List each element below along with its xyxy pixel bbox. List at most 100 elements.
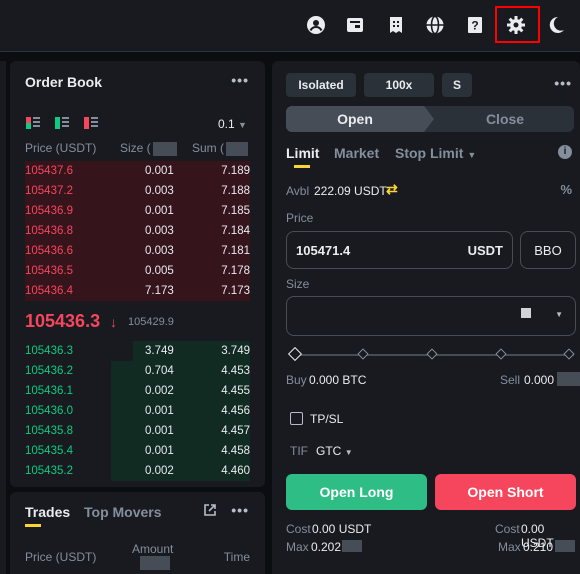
- table-row[interactable]: 105436.9 0.001 7.185: [10, 201, 265, 221]
- calculator-icon[interactable]: %: [560, 182, 572, 197]
- masked-unit: [557, 372, 580, 386]
- chevron-down-icon: ▼: [467, 150, 477, 160]
- col-size-label: Size (: [120, 141, 151, 155]
- mark-price: 105429.9: [128, 316, 174, 328]
- orders-icon[interactable]: [383, 12, 409, 38]
- trades-menu-icon[interactable]: •••: [231, 502, 249, 518]
- leverage-button[interactable]: 100x: [364, 73, 434, 97]
- table-row[interactable]: 105437.2 0.003 7.188: [10, 181, 265, 201]
- trades-col-time: Time: [223, 550, 250, 564]
- row-size: 0.003: [145, 245, 174, 257]
- row-size: 0.002: [145, 465, 174, 477]
- download-icon[interactable]: ?: [462, 12, 488, 38]
- price-input[interactable]: 105471.4 USDT: [286, 231, 513, 269]
- size-input[interactable]: ▼: [286, 296, 576, 336]
- trade-menu-icon[interactable]: •••: [554, 75, 572, 91]
- table-row[interactable]: 105436.3 3.749 3.749: [10, 341, 265, 361]
- row-sum: 4.458: [221, 445, 250, 457]
- tab-top-movers[interactable]: Top Movers: [84, 504, 162, 520]
- chevron-down-icon: ▼: [344, 448, 353, 457]
- tab-stop-limit-label: Stop Limit: [395, 145, 464, 161]
- row-price: 105436.1: [25, 385, 73, 397]
- wallet-icon[interactable]: [342, 12, 368, 38]
- slider-handle[interactable]: [287, 346, 303, 362]
- info-icon[interactable]: i: [558, 145, 572, 159]
- table-row[interactable]: 105435.8 0.001 4.457: [10, 421, 265, 441]
- masked-unit: [521, 308, 531, 318]
- view-bids-icon[interactable]: [55, 117, 69, 131]
- col-price-header: Price (USDT): [25, 141, 97, 155]
- row-price: 105436.6: [25, 245, 73, 257]
- down-arrow-icon: ↓: [110, 314, 117, 330]
- table-row[interactable]: 105436.4 7.173 7.173: [10, 281, 265, 301]
- sell-value: 0.000: [524, 373, 555, 387]
- tab-limit[interactable]: Limit: [286, 145, 319, 161]
- order-book-menu-icon[interactable]: •••: [231, 72, 249, 88]
- sell-label: Sell: [500, 373, 521, 387]
- row-sum: 4.460: [221, 465, 250, 477]
- popout-icon[interactable]: [203, 503, 217, 517]
- table-row[interactable]: 105436.2 0.704 4.453: [10, 361, 265, 381]
- row-sum: 4.453: [221, 365, 250, 377]
- tpsl-label: TP/SL: [310, 412, 344, 426]
- table-row[interactable]: 105435.2 0.002 4.460: [10, 461, 265, 481]
- tab-stop-limit[interactable]: Stop Limit ▼: [395, 145, 476, 161]
- row-size: 0.001: [145, 425, 174, 437]
- trades-panel: Trades Top Movers ••• Price (USDT) Amoun…: [10, 492, 265, 574]
- precision-select[interactable]: 0.1 ▼: [218, 117, 247, 131]
- row-price: 105437.6: [25, 165, 73, 177]
- table-row[interactable]: 105435.4 0.001 4.458: [10, 441, 265, 461]
- tab-market[interactable]: Market: [334, 145, 379, 161]
- language-icon[interactable]: [422, 12, 448, 38]
- account-icon[interactable]: [303, 12, 329, 38]
- table-row[interactable]: 105436.5 0.005 7.178: [10, 261, 265, 281]
- open-tab[interactable]: Open: [286, 106, 434, 132]
- table-row[interactable]: 105436.1 0.002 4.455: [10, 381, 265, 401]
- row-price: 105436.0: [25, 405, 73, 417]
- view-both-icon[interactable]: [26, 117, 40, 131]
- masked-unit: [140, 556, 170, 570]
- table-row[interactable]: 105436.8 0.003 7.184: [10, 221, 265, 241]
- table-row[interactable]: 105436.0 0.001 4.456: [10, 401, 265, 421]
- tab-trades-indicator: [25, 524, 41, 527]
- cost-label-short: Cost: [495, 522, 520, 536]
- row-size: 0.003: [145, 185, 174, 197]
- masked-unit: [152, 141, 177, 156]
- tif-select[interactable]: GTC ▼: [316, 444, 353, 458]
- masked-unit: [555, 540, 575, 552]
- transfer-icon[interactable]: ⇄: [386, 181, 398, 198]
- slider-step[interactable]: [357, 348, 369, 360]
- view-asks-icon[interactable]: [84, 117, 98, 131]
- table-row[interactable]: 105437.6 0.001 7.189: [10, 161, 265, 181]
- open-short-button[interactable]: Open Short: [435, 474, 576, 510]
- row-price: 105435.4: [25, 445, 73, 457]
- slider-step[interactable]: [495, 348, 507, 360]
- row-sum: 4.457: [221, 425, 250, 437]
- settings-highlight-box: [495, 6, 540, 43]
- chevron-down-icon[interactable]: ▼: [555, 310, 563, 319]
- asset-mode-button[interactable]: S: [442, 73, 472, 97]
- row-size: 0.003: [145, 225, 174, 237]
- tab-trades[interactable]: Trades: [25, 504, 70, 520]
- slider-step[interactable]: [426, 348, 438, 360]
- theme-icon[interactable]: [543, 12, 569, 38]
- open-long-button[interactable]: Open Long: [286, 474, 427, 510]
- avbl-label: Avbl: [286, 184, 310, 198]
- table-row[interactable]: 105436.6 0.003 7.181: [10, 241, 265, 261]
- row-sum: 7.184: [221, 225, 250, 237]
- close-tab[interactable]: Close: [436, 106, 574, 132]
- row-price: 105437.2: [25, 185, 73, 197]
- row-price: 105435.2: [25, 465, 73, 477]
- slider-step[interactable]: [563, 348, 575, 360]
- size-label: Size: [286, 277, 310, 291]
- margin-mode-button[interactable]: Isolated: [286, 73, 356, 97]
- col-size-header: Size (: [120, 141, 177, 156]
- row-size: 0.704: [145, 365, 174, 377]
- buy-value: 0.000 BTC: [309, 373, 367, 387]
- max-label-short: Max: [498, 540, 521, 554]
- bbo-button[interactable]: BBO: [520, 231, 576, 269]
- row-size: 0.001: [145, 205, 174, 217]
- row-price: 105436.5: [25, 265, 73, 277]
- tpsl-checkbox[interactable]: [290, 412, 303, 425]
- trades-col-amount: Amount: [132, 542, 174, 556]
